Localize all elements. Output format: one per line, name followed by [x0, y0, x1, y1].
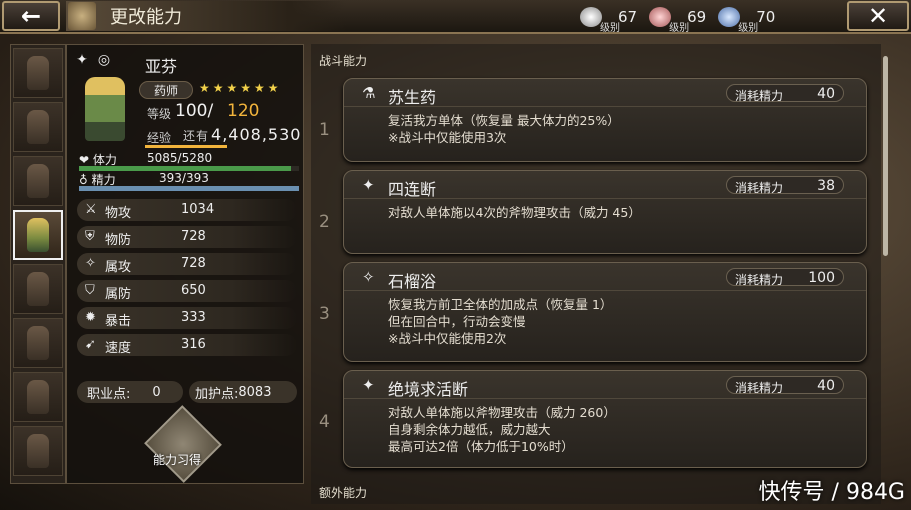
character-slot-selected[interactable] — [13, 210, 63, 260]
top-bar: ← 更改能力 级别 67 级别 69 级别 70 ✕ — [0, 0, 911, 34]
shield-icon: ⛨ — [85, 229, 95, 244]
mp-cost: 消耗精力 38 — [726, 176, 844, 195]
stat-row: ✹ 暴击 333 — [77, 307, 297, 329]
ability-row[interactable]: 2 ✦ 四连断 消耗精力 38 对敌人单体施以4次的斧物理攻击（威力 45） — [315, 170, 875, 264]
mp-cost: 消耗精力 40 — [726, 84, 844, 103]
level-max: 120 — [227, 101, 260, 121]
magic-attack-icon: ✧ — [85, 256, 96, 271]
level-label: 等级 — [147, 107, 172, 121]
ability-row[interactable]: 3 ✧ 石榴浴 消耗精力 100 恢复我方前卫全体的加成点（恢复量 1） 但在回合中… — [315, 262, 875, 362]
mp-cost: 消耗精力 100 — [726, 268, 844, 287]
character-sprite — [27, 380, 49, 414]
exp-label: 经验 — [147, 131, 172, 145]
ability-card[interactable]: ✧ 石榴浴 消耗精力 100 恢复我方前卫全体的加成点（恢复量 1） 但在回合中，行… — [343, 262, 867, 362]
learn-ability-button[interactable] — [144, 405, 222, 483]
jp-points: 加护点: 8083 — [189, 381, 297, 403]
character-list — [10, 44, 66, 484]
magic-defense-icon: ⛉ — [85, 283, 95, 298]
character-slot[interactable] — [13, 426, 63, 476]
scrollbar[interactable] — [883, 56, 888, 256]
ability-row[interactable]: 4 ✦ 绝境求活断 消耗精力 40 对敌人单体施以斧物理攻击（威力 260） 自身剩… — [315, 370, 875, 468]
exp-bar — [145, 145, 227, 148]
axe-icon: ✦ — [362, 176, 375, 194]
ability-description: 对敌人单体施以斧物理攻击（威力 260） 自身剩余体力越低，威力越大 最高可达2倍（… — [388, 405, 616, 454]
back-button[interactable]: ← — [2, 1, 60, 31]
character-sprite — [27, 110, 49, 144]
element-icon: ◎ — [97, 52, 111, 68]
close-button[interactable]: ✕ — [847, 1, 909, 31]
ability-card[interactable]: ✦ 四连断 消耗精力 38 对敌人单体施以4次的斧物理攻击（威力 45） — [343, 170, 867, 254]
ability-name: 苏生药 — [388, 88, 437, 107]
white-crystal-icon — [580, 7, 602, 27]
exp-value: 还有 4,408,530 — [183, 125, 302, 144]
red-crystal-icon — [649, 7, 672, 27]
title-bar: 更改能力 — [66, 1, 346, 31]
learn-ability-label[interactable]: 能力习得 — [153, 451, 201, 468]
character-slot[interactable] — [13, 372, 63, 422]
stats-list: ⚔ 物攻 1034 ⛨ 物防 728 ✧ 属攻 728 ⛉ 属防 650 ✹ 暴击 333 ➹ 速度 3… — [77, 199, 297, 361]
stat-row: ⛨ 物防 728 — [77, 226, 297, 248]
character-sprite — [27, 218, 49, 252]
tier-counters: 级别 67 级别 69 级别 70 — [580, 4, 775, 34]
potion-icon: ⚗ — [362, 84, 376, 102]
stat-row: ➹ 速度 316 — [77, 334, 297, 356]
star-rating: ★★★★★★ — [199, 81, 282, 95]
ability-description: 对敌人单体施以4次的斧物理攻击（威力 45） — [388, 205, 641, 220]
ability-book-icon — [68, 2, 96, 30]
character-name: 亚芬 — [145, 57, 178, 76]
stat-row: ⛉ 属防 650 — [77, 280, 297, 302]
tier-counter-white: 级别 67 — [580, 7, 637, 34]
character-slot[interactable] — [13, 102, 63, 152]
critical-icon: ✹ — [85, 310, 96, 325]
ability-name: 绝境求活断 — [388, 380, 469, 399]
tier-counter-blue: 级别 70 — [718, 7, 775, 34]
character-sprite — [27, 326, 49, 360]
character-slot[interactable] — [13, 48, 63, 98]
character-panel: ✦ ◎ 亚芬 药师 ★★★★★★ 等级 100/ 120 经验 还有 4,408,… — [66, 44, 304, 484]
section-battle: 战斗能力 — [319, 54, 368, 68]
job-points: 职业点: 0 — [77, 381, 183, 403]
axe-icon: ✦ — [362, 376, 375, 394]
axe-weapon-icon: ✦ — [76, 52, 88, 68]
ability-card[interactable]: ⚗ 苏生药 消耗精力 40 复活我方单体（恢复量 最大体力的25%） ※战斗中仅能使… — [343, 78, 867, 162]
ability-name: 石榴浴 — [388, 272, 437, 291]
character-sprite — [27, 272, 49, 306]
sword-icon: ⚔ — [85, 202, 97, 217]
blue-crystal-icon — [718, 7, 741, 27]
ability-row[interactable]: 1 ⚗ 苏生药 消耗精力 40 复活我方单体（恢复量 最大体力的25%） ※战斗中仅… — [315, 78, 875, 172]
ability-description: 复活我方单体（恢复量 最大体力的25%） ※战斗中仅能使用3次 — [388, 113, 620, 145]
back-arrow-icon: ← — [20, 2, 42, 30]
character-sprite — [27, 56, 49, 90]
ability-card[interactable]: ✦ 绝境求活断 消耗精力 40 对敌人单体施以斧物理攻击（威力 260） 自身剩余体… — [343, 370, 867, 468]
level-value: 100/ — [175, 101, 214, 121]
close-icon: ✕ — [867, 2, 889, 30]
stat-row: ⚔ 物攻 1034 — [77, 199, 297, 221]
section-extra: 额外能力 — [319, 486, 368, 500]
ability-list: 战斗能力 1 ⚗ 苏生药 消耗精力 40 复活我方单体（恢复量 最大体力的25%）… — [311, 44, 881, 504]
watermark: 快传号 / 984G — [758, 480, 905, 505]
page-title: 更改能力 — [110, 7, 182, 28]
mp-cost: 消耗精力 40 — [726, 376, 844, 395]
mp-bar — [79, 186, 299, 191]
character-slot[interactable] — [13, 318, 63, 368]
character-slot[interactable] — [13, 156, 63, 206]
character-sprite — [27, 434, 49, 468]
sparkle-icon: ✧ — [362, 268, 375, 286]
character-portrait — [85, 77, 125, 141]
boot-icon: ➹ — [85, 337, 96, 352]
ability-description: 恢复我方前卫全体的加成点（恢复量 1） 但在回合中，行动会变慢 ※战斗中仅能使用2次 — [388, 297, 613, 346]
ability-name: 四连断 — [388, 180, 437, 199]
stat-row: ✧ 属攻 728 — [77, 253, 297, 275]
tier-counter-red: 级别 69 — [649, 7, 706, 34]
character-slot[interactable] — [13, 264, 63, 314]
character-sprite — [27, 164, 49, 198]
job-badge: 药师 — [139, 81, 193, 99]
